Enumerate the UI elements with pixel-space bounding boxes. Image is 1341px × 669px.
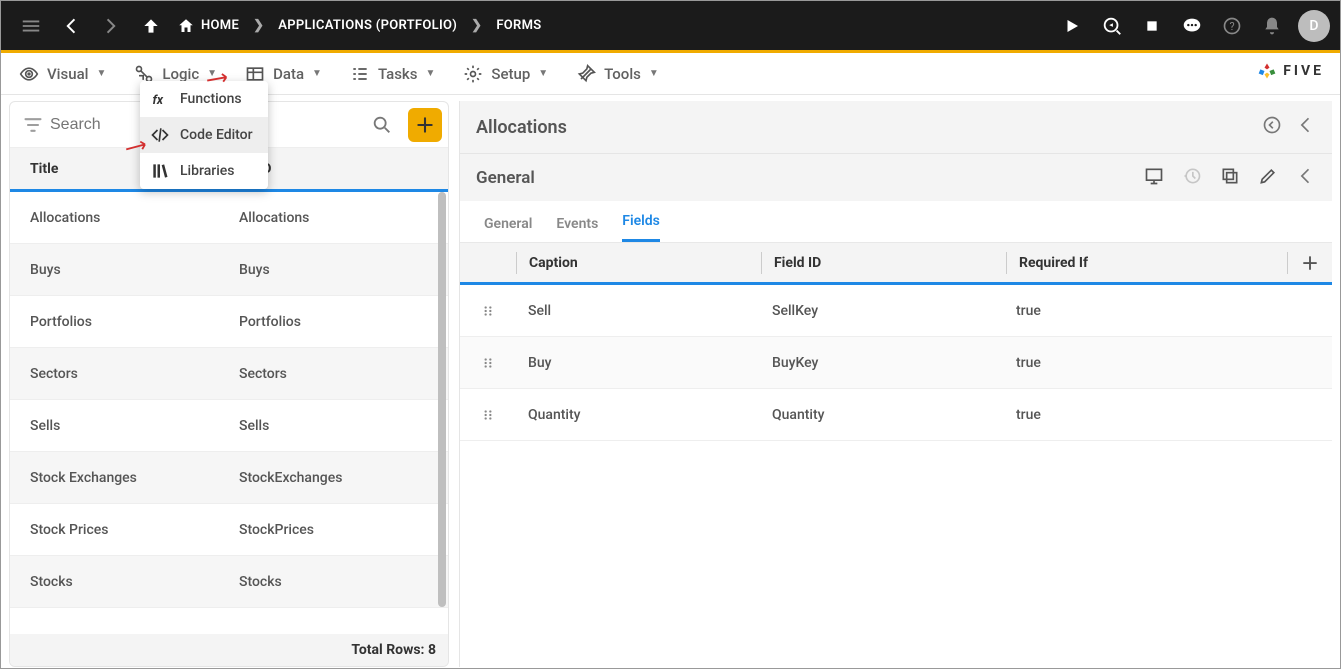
menu-data-label: Data: [273, 65, 304, 83]
back-circle-icon[interactable]: [1262, 115, 1282, 139]
menu-tools-label: Tools: [604, 65, 641, 83]
table-row[interactable]: PortfoliosPortfolios: [10, 296, 448, 348]
edit-icon[interactable]: [1258, 166, 1278, 190]
detail-subtitle-bar: General: [460, 153, 1332, 201]
table-row[interactable]: Sell SellKey true: [460, 285, 1332, 337]
dropdown-libraries[interactable]: Libraries: [140, 153, 268, 189]
table-row[interactable]: BuysBuys: [10, 244, 448, 296]
dropdown-code-editor-label: Code Editor: [180, 127, 253, 143]
menu-icon[interactable]: [11, 6, 51, 46]
total-rows-label: Total Rows: 8: [351, 642, 436, 658]
detail-panel: Allocations General General Events Field…: [459, 101, 1332, 667]
table-row[interactable]: Stock PricesStockPrices: [10, 504, 448, 556]
chevron-down-icon: ▼: [207, 68, 217, 79]
chat-button[interactable]: [1172, 6, 1212, 46]
detail-title: Allocations: [476, 117, 567, 138]
col-required-if[interactable]: Required If: [1007, 255, 1287, 271]
tab-events[interactable]: Events: [556, 216, 598, 242]
table-row[interactable]: SectorsSectors: [10, 348, 448, 400]
fields-table-header: Caption Field ID Required If: [460, 243, 1332, 285]
chevron-right-icon: ❯: [253, 18, 264, 33]
menu-logic-label: Logic: [162, 65, 199, 83]
left-col-uid[interactable]: on ID: [239, 161, 448, 177]
detail-tabs: General Events Fields: [460, 201, 1332, 243]
add-button[interactable]: [408, 108, 442, 142]
menu-tasks[interactable]: Tasks ▼: [350, 64, 435, 84]
table-row[interactable]: AllocationsAllocations: [10, 192, 448, 244]
logic-dropdown: fx Functions Code Editor Libraries: [140, 81, 268, 189]
drag-handle-icon[interactable]: [460, 356, 516, 370]
nav-forward-button: [91, 6, 131, 46]
left-table-body: AllocationsAllocations BuysBuys Portfoli…: [10, 192, 448, 634]
breadcrumb-applications[interactable]: APPLICATIONS (PORTFOLIO): [278, 18, 457, 33]
menu-tasks-label: Tasks: [378, 65, 418, 83]
breadcrumb-home[interactable]: HOME: [177, 17, 239, 35]
table-row[interactable]: Stock ExchangesStockExchanges: [10, 452, 448, 504]
chevron-down-icon: ▼: [425, 68, 435, 79]
dropdown-functions-label: Functions: [180, 91, 242, 107]
scrollbar[interactable]: [438, 192, 446, 607]
menu-tools[interactable]: Tools ▼: [576, 64, 659, 84]
nav-back-button[interactable]: [51, 6, 91, 46]
breadcrumb-forms[interactable]: FORMS: [496, 18, 541, 33]
table-row[interactable]: Buy BuyKey true: [460, 337, 1332, 389]
copy-icon[interactable]: [1220, 166, 1240, 190]
table-row[interactable]: StocksStocks: [10, 556, 448, 608]
dropdown-functions[interactable]: fx Functions: [140, 81, 268, 117]
avatar[interactable]: D: [1298, 10, 1330, 42]
chevron-down-icon: ▼: [649, 68, 659, 79]
menu-setup-label: Setup: [491, 65, 530, 83]
back-arrow-icon[interactable]: [1296, 166, 1316, 190]
detail-title-bar: Allocations: [460, 101, 1332, 153]
breadcrumb: HOME ❯ APPLICATIONS (PORTFOLIO) ❯ FORMS: [177, 17, 542, 35]
brand-text: FIVE: [1283, 63, 1324, 79]
app-topbar: HOME ❯ APPLICATIONS (PORTFOLIO) ❯ FORMS …: [1, 1, 1340, 53]
left-table-footer: Total Rows: 8: [10, 634, 448, 666]
table-row[interactable]: Quantity Quantity true: [460, 389, 1332, 441]
stop-button[interactable]: [1132, 6, 1172, 46]
chevron-down-icon: ▼: [538, 68, 548, 79]
menu-setup[interactable]: Setup ▼: [463, 64, 548, 84]
chevron-down-icon: ▼: [96, 68, 106, 79]
drag-handle-icon[interactable]: [460, 304, 516, 318]
breadcrumb-forms-label: FORMS: [496, 18, 541, 33]
fields-table-body: Sell SellKey true Buy BuyKey true Quanti…: [460, 285, 1332, 441]
svg-text:?: ?: [1229, 20, 1234, 33]
chevron-right-icon: ❯: [471, 18, 482, 33]
nav-up-button[interactable]: [131, 6, 171, 46]
dropdown-libraries-label: Libraries: [180, 163, 234, 179]
drag-handle-icon[interactable]: [460, 408, 516, 422]
table-row[interactable]: SellsSells: [10, 400, 448, 452]
run-button[interactable]: [1052, 6, 1092, 46]
history-icon[interactable]: [1182, 166, 1202, 190]
tab-general[interactable]: General: [484, 216, 532, 242]
chevron-down-icon: ▼: [312, 68, 322, 79]
brand-logo: FIVE: [1257, 61, 1324, 81]
help-button[interactable]: ?: [1212, 6, 1252, 46]
notifications-button[interactable]: [1252, 6, 1292, 46]
dropdown-code-editor[interactable]: Code Editor: [140, 117, 268, 153]
tab-fields[interactable]: Fields: [622, 213, 660, 242]
col-field-id[interactable]: Field ID: [762, 255, 1006, 271]
breadcrumb-home-label: HOME: [201, 18, 239, 33]
inspect-button[interactable]: [1092, 6, 1132, 46]
add-field-button[interactable]: [1288, 254, 1332, 272]
search-icon[interactable]: [362, 114, 402, 136]
avatar-initial: D: [1309, 18, 1318, 34]
back-arrow-icon[interactable]: [1296, 115, 1316, 139]
breadcrumb-applications-label: APPLICATIONS (PORTFOLIO): [278, 18, 457, 33]
col-caption[interactable]: Caption: [517, 255, 761, 271]
filter-icon[interactable]: [16, 115, 50, 135]
svg-text:fx: fx: [153, 93, 164, 108]
detail-subtitle: General: [476, 168, 535, 188]
menu-visual[interactable]: Visual ▼: [19, 64, 106, 84]
menu-visual-label: Visual: [47, 65, 88, 83]
screen-icon[interactable]: [1144, 166, 1164, 190]
